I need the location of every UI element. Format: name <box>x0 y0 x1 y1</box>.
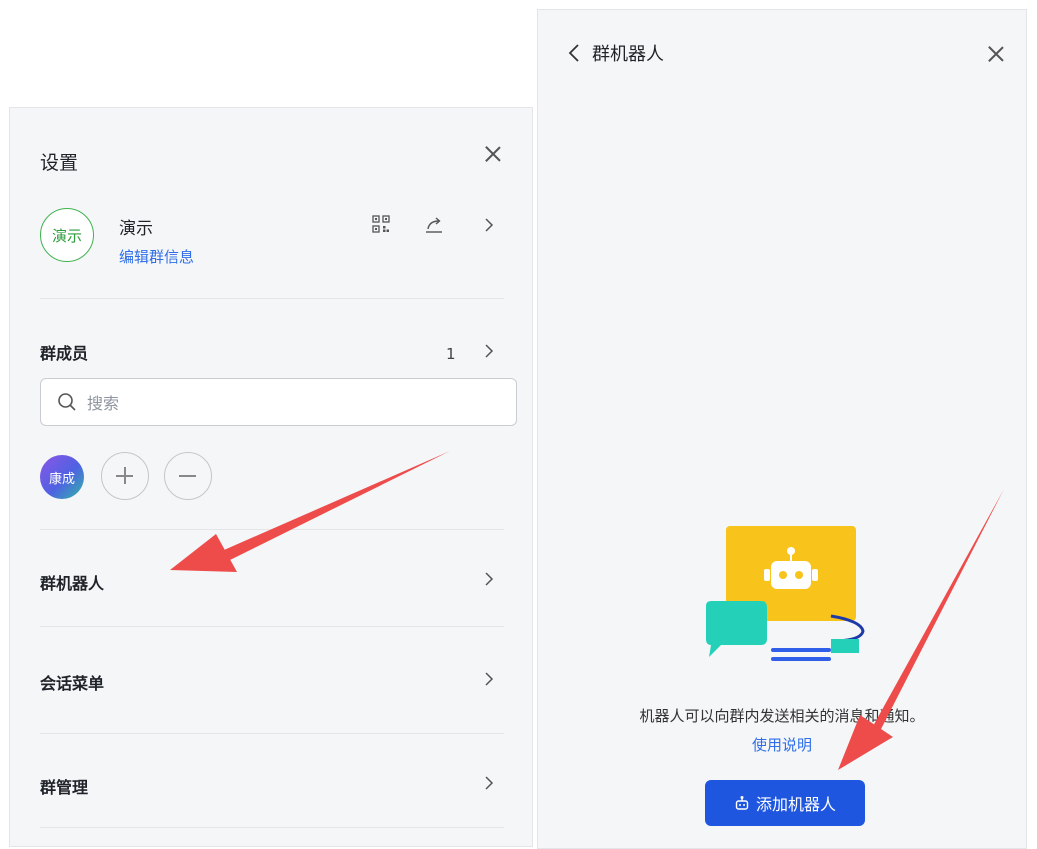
share-icon[interactable] <box>424 215 444 235</box>
member-search-box[interactable] <box>40 378 517 426</box>
robot-description: 机器人可以向群内发送相关的消息和通知。 <box>639 707 925 725</box>
row-group-management[interactable] <box>10 756 532 812</box>
group-info-chevron-right-icon[interactable] <box>482 218 496 232</box>
add-member-button[interactable] <box>101 452 149 500</box>
remove-member-button[interactable] <box>164 452 212 500</box>
qr-code-icon[interactable] <box>372 215 390 233</box>
settings-panel: 设置 演示 演示 编辑群信息 群成员 1 搜索 康成 群机器人 会话菜单 群管理 <box>9 107 533 847</box>
divider <box>40 626 504 627</box>
settings-title: 设置 <box>40 152 79 174</box>
group-avatar[interactable]: 演示 <box>40 208 94 262</box>
avatar[interactable]: 康成 <box>40 455 84 499</box>
robot-icon <box>735 796 749 810</box>
row-group-robots-label: 群机器人 <box>40 574 105 593</box>
divider <box>40 298 504 299</box>
add-robot-button-label: 添加机器人 <box>755 795 836 814</box>
members-label: 群成员 <box>40 344 89 363</box>
robot-panel-close-icon[interactable] <box>987 45 1005 63</box>
group-robots-chevron-right-icon <box>482 572 496 586</box>
group-name: 演示 <box>119 219 153 239</box>
conversation-menu-chevron-right-icon <box>482 672 496 686</box>
group-management-chevron-right-icon <box>482 776 496 790</box>
row-group-management-label: 群管理 <box>40 778 89 797</box>
divider <box>40 733 504 734</box>
add-robot-button[interactable]: 添加机器人 <box>705 780 865 826</box>
robot-panel-title: 群机器人 <box>592 44 664 65</box>
group-robots-panel: 群机器人 机器人可以向群内发送相关的消息和通知。 使用说明 添加机器人 <box>537 9 1027 849</box>
usage-instructions-link[interactable]: 使用说明 <box>752 736 812 754</box>
divider <box>40 827 504 828</box>
back-chevron-icon[interactable] <box>568 44 580 62</box>
member-search-input[interactable] <box>85 388 509 418</box>
minus-icon <box>179 475 196 477</box>
divider <box>40 529 504 530</box>
members-chevron-right-icon[interactable] <box>482 344 496 358</box>
edit-group-info-link[interactable]: 编辑群信息 <box>119 246 194 267</box>
member-count: 1 <box>446 345 456 363</box>
search-icon <box>57 392 77 412</box>
robot-illustration <box>701 521 871 667</box>
help-link-row: 使用说明 <box>538 734 1026 755</box>
settings-close-icon[interactable] <box>484 145 502 163</box>
row-conversation-menu-label: 会话菜单 <box>40 674 105 693</box>
